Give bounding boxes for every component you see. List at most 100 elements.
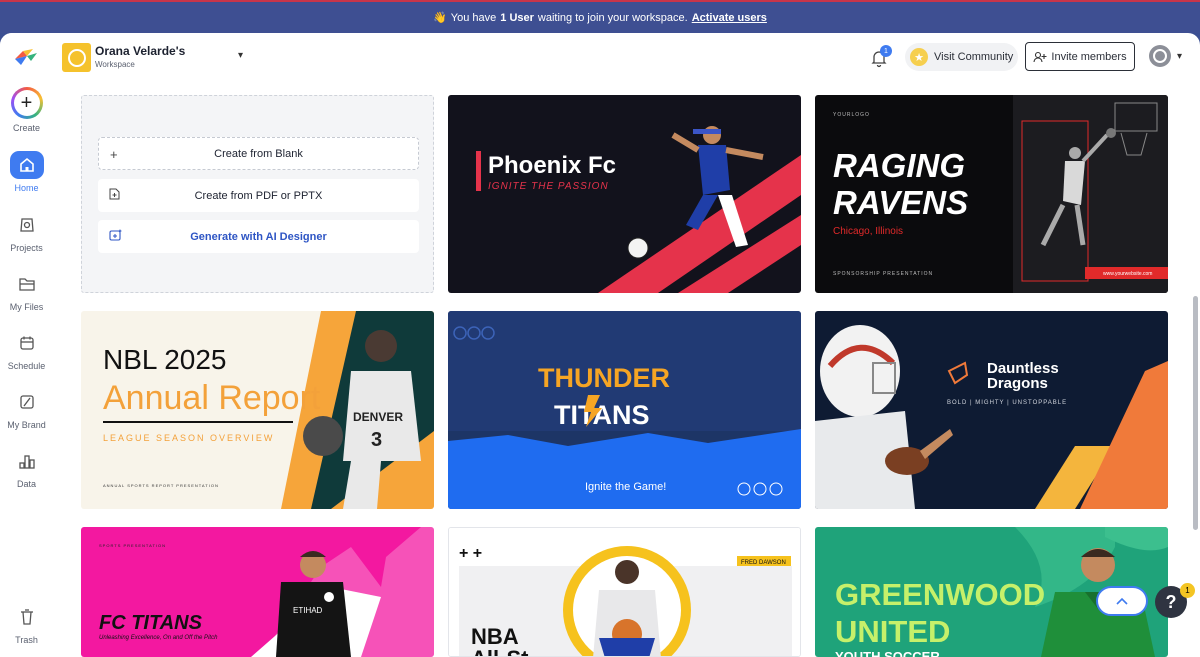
nbl-title-2: Annual Report — [103, 379, 321, 417]
sidebar-item-label: Projects — [10, 243, 43, 253]
banner-suffix: waiting to join your workspace. — [537, 11, 688, 24]
template-card-nba-all-star[interactable]: + + FRED DAWSON NBA All-St — [448, 527, 801, 657]
sidebar-item-label: Home — [14, 183, 39, 193]
banner-hand-icon: 👋 — [433, 12, 447, 24]
template-card-raging-ravens[interactable]: YOURLOGO RAGING RAVENS Chicago, Illinois… — [815, 95, 1168, 293]
ravens-footer: SPONSORSHIP PRESENTATION — [833, 271, 933, 277]
projects-icon — [10, 211, 44, 239]
template-card-nbl-annual-report[interactable]: DENVER 3 NBL 2025 Annual Report LEAGUE S… — [81, 311, 434, 509]
sidebar-item-my-brand[interactable]: My Brand — [0, 388, 53, 430]
sidebar-item-projects[interactable]: Projects — [0, 211, 53, 253]
brand-icon — [10, 388, 44, 416]
nbl-subtitle: LEAGUE SEASON OVERVIEW — [103, 433, 274, 443]
app-window: + Create Home Projects My Files Schedule… — [0, 33, 1200, 657]
fctitans-kicker: SPORTS PRESENTATION — [99, 543, 166, 548]
notification-count-badge: 1 — [880, 45, 892, 57]
visit-community-label: Visit Community — [934, 51, 1014, 63]
help-question-icon: ? — [1165, 591, 1177, 612]
nbl-title-1: NBL 2025 — [103, 344, 227, 375]
sidebar-item-my-files[interactable]: My Files — [0, 270, 53, 312]
create-plus-icon: + — [10, 87, 43, 119]
folder-icon — [10, 270, 44, 298]
scroll-to-top-button[interactable] — [1096, 586, 1148, 616]
template-card-fc-titans[interactable]: ETIHAD SPORTS PRESENTATION FC TITANS Unl… — [81, 527, 434, 657]
create-new-card: + Create from Blank Create from PDF or P… — [81, 95, 434, 293]
top-bar: Orana Velarde's Workspace ▾ 1 ★ Visit Co… — [53, 33, 1200, 83]
template-thumbnail: DENVER 3 NBL 2025 Annual Report LEAGUE S… — [81, 311, 434, 509]
workspace-name[interactable]: Orana Velarde's — [95, 44, 185, 58]
create-from-blank-label: Create from Blank — [214, 147, 303, 160]
sidebar-item-label: Trash — [15, 635, 38, 645]
fctitans-tagline: Unleashing Excellence, On and Off the Pi… — [99, 635, 218, 641]
greenwood-title-2: UNITED — [835, 614, 950, 649]
help-notification-badge: 1 — [1180, 583, 1195, 598]
home-icon — [9, 151, 44, 179]
banner-count: 1 User — [500, 11, 534, 24]
sidebar-item-home[interactable]: Home — [0, 151, 53, 193]
template-thumbnail: Phoenix Fc IGNITE THE PASSION — [448, 95, 801, 293]
workspace-subtitle: Workspace — [95, 60, 135, 69]
greenwood-title-3: YOUTH SOCCER — [835, 649, 940, 657]
activate-users-link[interactable]: Activate users — [692, 12, 767, 24]
workspace-chevron-down-icon[interactable]: ▾ — [238, 50, 243, 61]
create-from-pdf-label: Create from PDF or PPTX — [194, 189, 323, 202]
thunder-title-1: THUNDER — [538, 363, 670, 393]
user-avatar[interactable] — [1149, 45, 1171, 67]
template-thumbnail: THUNDER TITANS Ignite the Game! — [448, 311, 801, 509]
thunder-tagline: Ignite the Game! — [585, 481, 666, 493]
star-icon: ★ — [910, 48, 928, 66]
data-icon — [10, 447, 44, 475]
greenwood-title-1: GREENWOOD — [835, 577, 1045, 612]
plus-icon: + — [110, 147, 118, 162]
nbl-jersey-number: 3 — [371, 429, 382, 451]
ravens-title-1: RAGING — [833, 147, 965, 184]
dragons-tagline: BOLD | MIGHTY | UNSTOPPABLE — [947, 400, 1067, 406]
create-from-blank-button[interactable]: + Create from Blank — [98, 137, 419, 170]
template-thumbnail: ETIHAD SPORTS PRESENTATION FC TITANS Unl… — [81, 527, 434, 657]
user-menu-chevron-down-icon[interactable]: ▾ — [1177, 51, 1182, 62]
visit-community-button[interactable]: ★ Visit Community — [905, 43, 1018, 71]
sidebar-item-data[interactable]: Data — [0, 447, 53, 489]
announcement-banner: 👋 You have 1 User waiting to join your w… — [0, 0, 1200, 33]
sidebar-item-schedule[interactable]: Schedule — [0, 329, 53, 371]
sidebar-item-label: My Files — [9, 302, 44, 312]
template-thumbnail: YOURLOGO RAGING RAVENS Chicago, Illinois… — [815, 95, 1168, 293]
thunder-title-2: TITANS — [554, 400, 650, 430]
invite-members-label: Invite members — [1051, 50, 1127, 63]
svg-text:ETIHAD: ETIHAD — [293, 606, 323, 615]
banner-prefix: You have — [450, 11, 497, 24]
sidebar-item-label: My Brand — [7, 420, 46, 430]
nbl-jersey-name: DENVER — [353, 410, 403, 424]
calendar-icon — [10, 329, 44, 357]
nba-title-2: All-St — [471, 646, 529, 657]
workspace-avatar[interactable] — [62, 43, 91, 72]
invite-members-button[interactable]: Invite members — [1025, 42, 1135, 71]
vertical-scrollbar[interactable] — [1193, 296, 1198, 530]
trash-icon — [10, 603, 44, 631]
sidebar-item-label: Schedule — [7, 361, 46, 371]
ravens-logo: YOURLOGO — [833, 112, 870, 118]
sidebar-item-label: Data — [16, 479, 36, 489]
app-logo-icon[interactable] — [13, 47, 39, 67]
phoenix-title: Phoenix Fc — [488, 152, 616, 179]
file-upload-icon — [109, 188, 120, 203]
templates-grid: + Create from Blank Create from PDF or P… — [81, 95, 1171, 657]
generate-ai-designer-label: Generate with AI Designer — [190, 230, 327, 243]
template-thumbnail: Dauntless Dragons BOLD | MIGHTY | UNSTOP… — [815, 311, 1168, 509]
ravens-title-2: RAVENS — [833, 184, 968, 221]
sidebar-item-create[interactable]: + Create — [0, 87, 53, 133]
nba-tag: FRED DAWSON — [741, 560, 786, 566]
sidebar-item-trash[interactable]: Trash — [0, 603, 53, 645]
template-card-dauntless-dragons[interactable]: Dauntless Dragons BOLD | MIGHTY | UNSTOP… — [815, 311, 1168, 509]
dragons-title-2: Dragons — [987, 375, 1048, 392]
fctitans-title: FC TITANS — [99, 612, 203, 634]
generate-ai-designer-button[interactable]: Generate with AI Designer — [98, 220, 419, 253]
phoenix-tagline: IGNITE THE PASSION — [488, 181, 609, 192]
template-thumbnail: + + FRED DAWSON NBA All-St — [449, 528, 800, 657]
template-card-thunder-titans[interactable]: THUNDER TITANS Ignite the Game! — [448, 311, 801, 509]
sidebar-item-label: Create — [12, 123, 40, 133]
template-card-phoenix-fc[interactable]: Phoenix Fc IGNITE THE PASSION — [448, 95, 801, 293]
nbl-footer: ANNUAL SPORTS REPORT PRESENTATION — [103, 483, 219, 488]
nba-plus: + + — [459, 545, 482, 562]
create-from-pdf-button[interactable]: Create from PDF or PPTX — [98, 179, 419, 212]
